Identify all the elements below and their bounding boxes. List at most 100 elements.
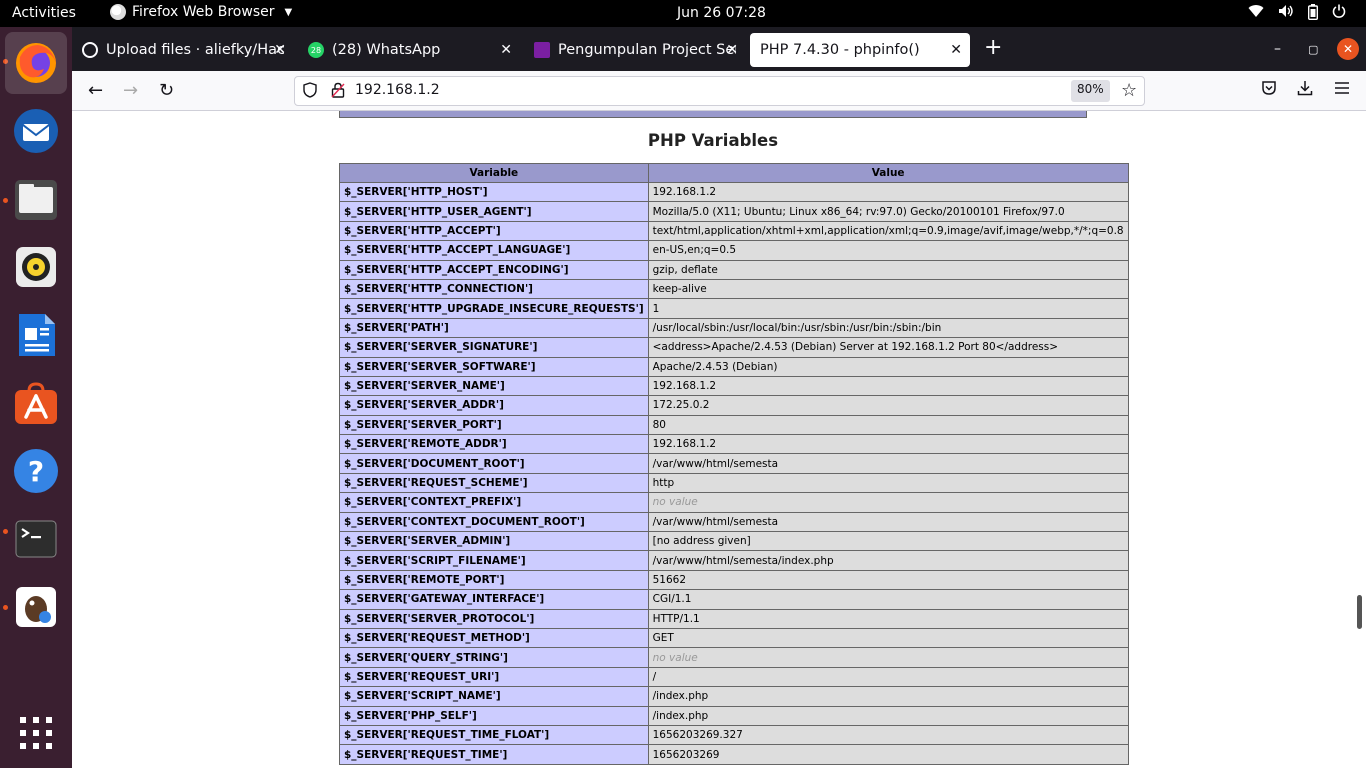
activities-button[interactable]: Activities [12,5,76,21]
close-icon[interactable]: ✕ [500,42,512,58]
minimize-button[interactable]: – [1274,41,1281,57]
caret-down-icon: ▼ [284,6,293,18]
clock[interactable]: Jun 26 07:28 [677,5,766,21]
insecure-lock-icon[interactable] [331,82,345,102]
dock-firefox[interactable] [5,32,67,94]
maximize-button[interactable]: ▢ [1308,43,1318,56]
table-row: $_SERVER['HTTP_USER_AGENT'] Mozilla/5.0 (… [339,201,1129,222]
table-row: $_SERVER['REMOTE_PORT'] 51662 [339,569,1129,591]
hamburger-menu-icon[interactable] [1334,80,1350,100]
grid-icon [20,717,52,749]
variable-cell: $_SERVER['SCRIPT_FILENAME'] [339,550,649,571]
value-cell: /var/www/html/semesta [647,453,1129,474]
dock-rhythmbox[interactable] [12,243,60,291]
variable-cell: $_SERVER['REQUEST_URI'] [339,666,649,688]
table-row: $_SERVER['HTTP_ACCEPT'] text/html,applica… [339,220,1129,242]
battery-icon [1307,4,1319,24]
dbeaver-icon [16,587,56,627]
url-text[interactable]: 192.168.1.2 [355,82,440,98]
table-row: $_SERVER['SERVER_ADDR'] 172.25.0.2 [339,395,1129,416]
variable-cell: $_SERVER['SERVER_NAME'] [339,375,649,397]
running-indicator [3,529,8,534]
files-icon [15,180,57,220]
close-icon[interactable]: ✕ [274,42,286,58]
variable-cell: $_SERVER['HTTP_UPGRADE_INSECURE_REQUESTS… [339,298,649,319]
table-row: $_SERVER['HTTP_CONNECTION'] keep-alive [339,278,1129,300]
table-row: $_SERVER['QUERY_STRING'] no value [339,647,1129,668]
forward-button[interactable]: → [123,80,138,101]
variable-cell: $_SERVER['SERVER_PROTOCOL'] [339,608,649,629]
value-cell: /var/www/html/semesta [647,511,1129,533]
table-header-row: Variable Value [339,163,1129,183]
value-cell: /index.php [647,705,1129,726]
table-row: $_SERVER['SERVER_SOFTWARE'] Apache/2.4.53… [339,356,1129,377]
value-cell: / [647,666,1129,688]
variable-cell: $_SERVER['PATH'] [339,317,649,339]
rhythmbox-icon [16,247,56,287]
system-tray[interactable] [1248,4,1346,24]
show-apps-button[interactable] [12,709,60,757]
tab-github[interactable]: Upload files · aliefky/Hack ✕ [72,33,294,67]
dock-thunderbird[interactable] [12,107,60,155]
terminal-icon [15,520,57,558]
value-cell: en-US,en;q=0.5 [647,240,1129,261]
app-menu[interactable]: Firefox Web Browser ▼ [110,4,292,20]
navigation-toolbar: ← → ↻ 192.168.1.2 80% ☆ [72,71,1366,111]
url-bar[interactable]: 192.168.1.2 80% ☆ [294,76,1145,106]
table-row: $_SERVER['REQUEST_METHOD'] GET [339,627,1129,649]
dock-terminal[interactable] [12,515,60,563]
table-row: $_SERVER['GATEWAY_INTERFACE'] CGI/1.1 [339,589,1129,610]
variable-cell: $_SERVER['QUERY_STRING'] [339,647,649,668]
variable-cell: $_SERVER['HTTP_CONNECTION'] [339,278,649,300]
scrollbar-thumb[interactable] [1357,595,1362,629]
dock-files[interactable] [12,175,60,223]
dock: ? [0,27,72,768]
variable-cell: $_SERVER['PHP_SELF'] [339,705,649,726]
close-icon[interactable]: ✕ [726,42,738,58]
dock-help[interactable]: ? [12,447,60,495]
variable-cell: $_SERVER['SERVER_ADMIN'] [339,531,649,552]
wifi-icon [1248,4,1264,24]
back-button[interactable]: ← [88,80,103,101]
pocket-icon[interactable] [1261,80,1277,101]
variable-cell: $_SERVER['REQUEST_SCHEME'] [339,472,649,494]
value-cell: 80 [647,414,1129,436]
tracking-shield-icon[interactable] [303,82,317,102]
value-cell: 1656203269 [647,744,1129,765]
writer-icon [19,314,55,356]
tab-bar: Upload files · aliefky/Hack ✕ 28 (28) Wh… [72,27,1366,71]
dock-writer[interactable] [12,311,60,359]
close-icon[interactable]: ✕ [950,42,962,58]
reload-button[interactable]: ↻ [159,80,174,101]
zoom-level-button[interactable]: 80% [1071,80,1110,102]
variable-cell: $_SERVER['SERVER_SIGNATURE'] [339,337,649,358]
variable-cell: $_SERVER['REQUEST_TIME'] [339,744,649,765]
variable-cell: $_SERVER['SERVER_ADDR'] [339,395,649,416]
tab-phpinfo[interactable]: PHP 7.4.30 - phpinfo() ✕ [750,33,970,67]
tab-forms[interactable]: Pengumpulan Project Sem ✕ [524,33,746,67]
variable-cell: $_SERVER['SCRIPT_NAME'] [339,686,649,707]
dock-ubuntu-software[interactable] [12,379,60,427]
variable-cell: $_SERVER['SERVER_SOFTWARE'] [339,356,649,377]
dock-dbeaver[interactable] [12,583,60,631]
value-cell: 1 [647,298,1129,319]
table-row: $_SERVER['HTTP_ACCEPT_LANGUAGE'] en-US,en… [339,240,1129,261]
table-row: $_SERVER['REMOTE_ADDR'] 192.168.1.2 [339,434,1129,455]
variable-cell: $_SERVER['DOCUMENT_ROOT'] [339,453,649,474]
tab-whatsapp[interactable]: 28 (28) WhatsApp ✕ [298,33,520,67]
running-indicator [3,605,8,610]
table-row: $_SERVER['HTTP_HOST'] 192.168.1.2 [339,181,1129,203]
value-cell: GET [647,627,1129,649]
value-cell: no value [647,492,1129,513]
value-cell: gzip, deflate [647,259,1129,280]
page-heading: PHP Variables [647,131,779,150]
downloads-icon[interactable] [1297,80,1313,101]
value-cell: [no address given] [647,531,1129,552]
table-row: $_SERVER['DOCUMENT_ROOT']/var/www/html/s… [339,453,1129,474]
value-cell: /var/www/html/semesta/index.php [647,550,1129,571]
bookmark-star-icon[interactable]: ☆ [1121,80,1137,101]
new-tab-button[interactable]: + [984,37,1002,59]
window-close-button[interactable]: ✕ [1337,38,1359,60]
table-row: $_SERVER['HTTP_UPGRADE_INSECURE_REQUESTS… [339,298,1129,319]
variable-cell: $_SERVER['REQUEST_TIME_FLOAT'] [339,724,649,746]
